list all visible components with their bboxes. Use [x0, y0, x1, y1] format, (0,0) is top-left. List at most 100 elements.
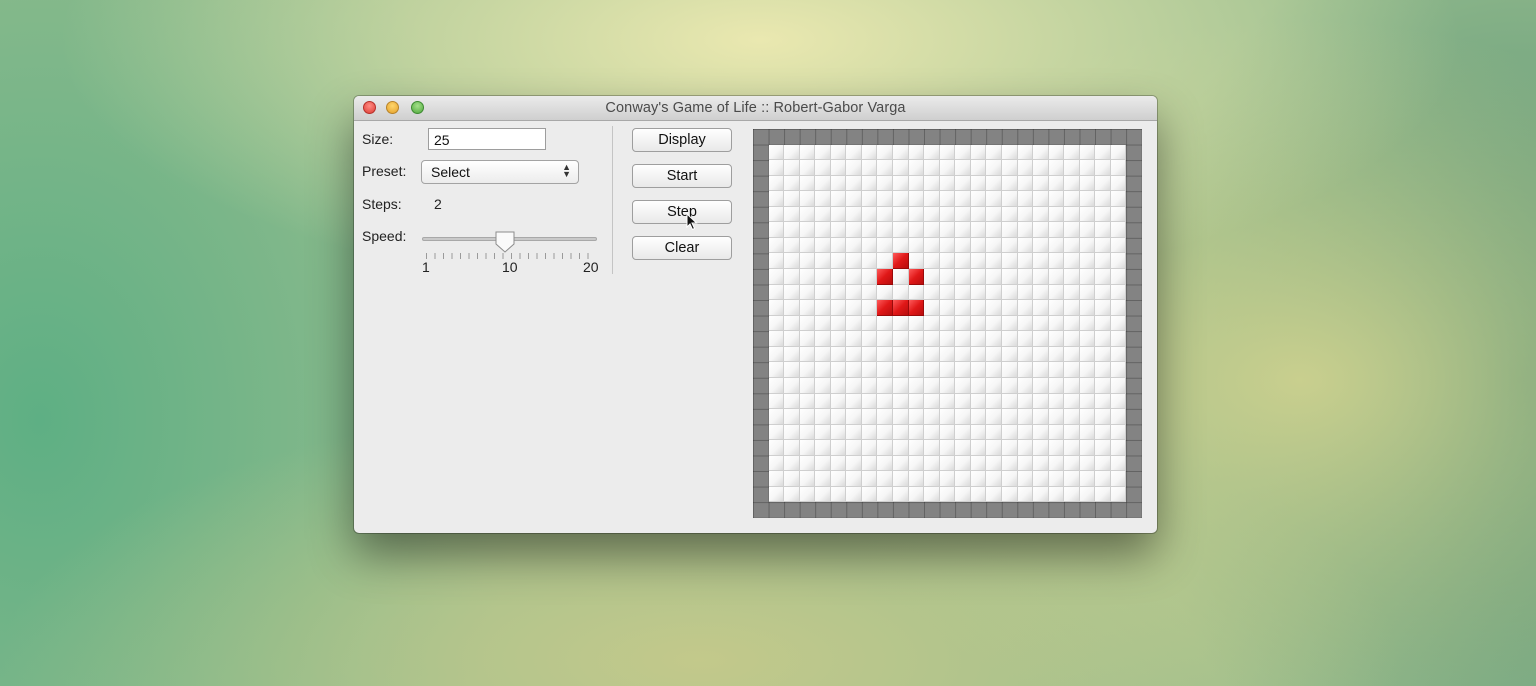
grid-cell[interactable]	[877, 160, 894, 176]
grid-cell[interactable]	[924, 269, 940, 285]
grid-cell[interactable]	[1079, 315, 1096, 332]
grid-cell[interactable]	[768, 440, 785, 456]
grid-cell[interactable]	[815, 471, 831, 487]
grid-cell[interactable]	[861, 440, 878, 456]
grid-cell[interactable]	[1110, 253, 1127, 270]
grid-cell[interactable]	[1017, 206, 1034, 223]
grid-cell[interactable]	[784, 424, 800, 441]
grid-cell[interactable]	[799, 440, 816, 456]
grid-cell[interactable]	[1033, 486, 1049, 503]
start-button[interactable]: Start	[632, 164, 732, 188]
grid-cell[interactable]	[893, 144, 909, 161]
grid-cell[interactable]	[939, 315, 956, 332]
grid-cell[interactable]	[893, 377, 909, 394]
grid-cell[interactable]	[970, 393, 987, 410]
grid-cell[interactable]	[1033, 346, 1049, 363]
grid-cell[interactable]	[1048, 175, 1065, 192]
grid-cell[interactable]	[830, 315, 847, 332]
grid-cell[interactable]	[815, 393, 831, 410]
grid-cell[interactable]	[986, 409, 1002, 425]
grid-cell[interactable]	[939, 175, 956, 192]
grid-cell[interactable]	[955, 269, 971, 285]
grid-cell[interactable]	[877, 486, 894, 503]
grid-cell[interactable]	[924, 300, 940, 316]
grid-cell[interactable]	[1079, 377, 1096, 394]
grid-cell[interactable]	[924, 253, 940, 270]
grid-cell[interactable]	[1064, 160, 1080, 176]
grid-cell[interactable]	[970, 284, 987, 301]
grid-cell[interactable]	[846, 440, 862, 456]
grid-cell[interactable]	[1095, 362, 1111, 378]
grid-cell[interactable]	[1001, 206, 1018, 223]
grid-cell[interactable]	[1001, 409, 1018, 425]
grid-cell[interactable]	[1048, 393, 1065, 410]
grid-cell[interactable]	[799, 253, 816, 270]
grid-cell[interactable]	[861, 393, 878, 410]
grid-cell[interactable]	[846, 284, 862, 301]
grid-cell[interactable]	[784, 440, 800, 456]
grid-cell[interactable]	[1110, 315, 1127, 332]
grid-cell[interactable]	[1033, 377, 1049, 394]
grid-cell[interactable]	[955, 300, 971, 316]
grid-cell[interactable]	[815, 424, 831, 441]
grid-cell[interactable]	[1064, 346, 1080, 363]
grid-cell[interactable]	[955, 222, 971, 238]
grid-cell[interactable]	[908, 315, 925, 332]
grid-cell[interactable]	[908, 455, 925, 472]
grid-cell[interactable]	[1048, 471, 1065, 487]
grid-cell[interactable]	[955, 393, 971, 410]
grid-cell[interactable]	[768, 191, 785, 207]
grid-cell[interactable]	[939, 331, 956, 347]
grid-cell[interactable]	[1001, 284, 1018, 301]
grid-cell[interactable]	[784, 486, 800, 503]
grid-cell[interactable]	[815, 237, 831, 254]
grid-cell[interactable]	[1048, 409, 1065, 425]
grid-cell[interactable]	[1017, 393, 1034, 410]
grid-cell[interactable]	[846, 362, 862, 378]
grid-cell[interactable]	[768, 362, 785, 378]
grid-cell[interactable]	[955, 284, 971, 301]
grid-cell[interactable]	[939, 269, 956, 285]
grid-cell[interactable]	[1017, 269, 1034, 285]
grid-cell[interactable]	[1110, 346, 1127, 363]
grid-cell[interactable]	[908, 471, 925, 487]
grid-cell[interactable]	[1110, 175, 1127, 192]
grid-cell[interactable]	[784, 175, 800, 192]
grid-cell[interactable]	[908, 160, 925, 176]
grid-cell[interactable]	[1001, 331, 1018, 347]
grid-cell[interactable]	[815, 160, 831, 176]
grid-cell[interactable]	[1017, 346, 1034, 363]
grid-cell[interactable]	[1079, 455, 1096, 472]
grid-cell[interactable]	[908, 409, 925, 425]
grid-cell[interactable]	[1110, 486, 1127, 503]
grid-cell[interactable]	[1095, 315, 1111, 332]
grid-cell[interactable]	[815, 455, 831, 472]
grid-cell[interactable]	[877, 331, 894, 347]
grid-cell[interactable]	[908, 346, 925, 363]
grid-cell[interactable]	[861, 486, 878, 503]
grid-cell[interactable]	[1095, 300, 1111, 316]
grid-cell[interactable]	[799, 377, 816, 394]
grid-cell[interactable]	[970, 237, 987, 254]
grid-cell[interactable]	[1110, 237, 1127, 254]
grid-cell[interactable]	[1033, 331, 1049, 347]
grid-cell[interactable]	[1001, 486, 1018, 503]
grid-cell[interactable]	[1095, 144, 1111, 161]
grid-cell[interactable]	[955, 160, 971, 176]
grid-cell[interactable]	[784, 315, 800, 332]
grid-cell[interactable]	[877, 284, 894, 301]
grid-cell[interactable]	[1001, 144, 1018, 161]
grid-cell[interactable]	[830, 455, 847, 472]
grid-cell[interactable]	[861, 362, 878, 378]
grid-cell[interactable]	[799, 175, 816, 192]
grid-cell[interactable]	[1079, 393, 1096, 410]
grid-cell[interactable]	[830, 440, 847, 456]
grid-cell[interactable]	[939, 362, 956, 378]
grid-cell[interactable]	[908, 486, 925, 503]
grid-cell[interactable]	[768, 393, 785, 410]
grid-cell[interactable]	[986, 331, 1002, 347]
grid-cell[interactable]	[799, 284, 816, 301]
grid-cell[interactable]	[1110, 284, 1127, 301]
grid-cell[interactable]	[908, 191, 925, 207]
grid-cell[interactable]	[768, 160, 785, 176]
